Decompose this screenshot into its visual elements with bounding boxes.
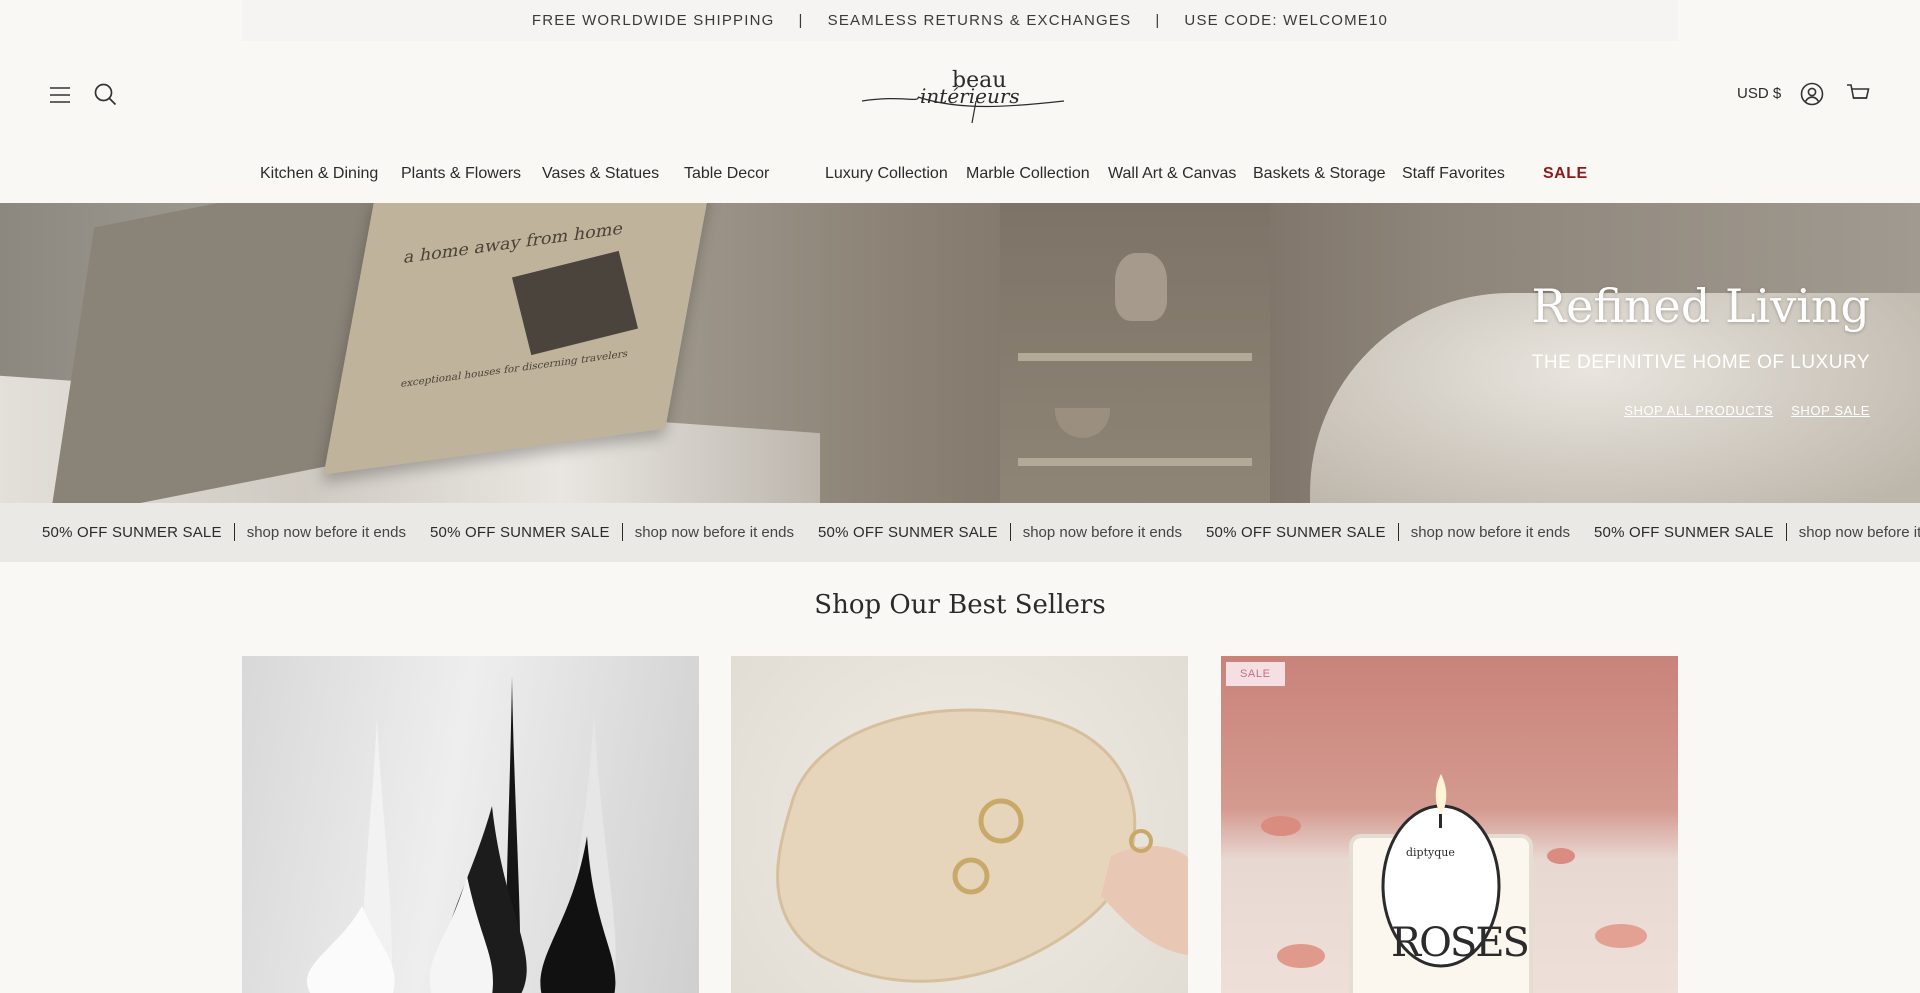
marquee-headline: 50% OFF SUNMER SALE (1594, 523, 1774, 541)
nav-luxury-collection[interactable]: Luxury Collection (825, 165, 948, 183)
announcement-bar: FREE WORLDWIDE SHIPPING | SEAMLESS RETUR… (242, 0, 1678, 41)
nav-kitchen-dining[interactable]: Kitchen & Dining (260, 165, 378, 183)
shop-sale-link[interactable]: SHOP SALE (1791, 403, 1870, 418)
promo-marquee: 50% OFF SUNMER SALE shop now before it en… (0, 503, 1920, 562)
marquee-item: 50% OFF SUNMER SALE shop now before it en (1594, 523, 1920, 541)
sale-badge: SALE (1226, 662, 1285, 686)
hero-banner: a home away from home exceptional houses… (0, 203, 1920, 503)
cart-icon[interactable] (1843, 79, 1873, 109)
site-header: beau intérieurs USD $ Kitchen & Dining P… (0, 41, 1920, 187)
shelf-image (1000, 203, 1270, 503)
nav-wall-art-canvas[interactable]: Wall Art & Canvas (1108, 165, 1236, 183)
nav-staff-favorites[interactable]: Staff Favorites (1402, 165, 1505, 183)
nav-vases-statues[interactable]: Vases & Statues (542, 165, 659, 183)
candle-label: ROSES (1391, 920, 1528, 966)
announcement-shipping: FREE WORLDWIDE SHIPPING (531, 12, 775, 29)
candle-brand: diptyque (1406, 846, 1455, 859)
marquee-item: 50% OFF SUNMER SALE shop now before it en… (818, 523, 1206, 541)
book-subtitle: exceptional houses for discerning travel… (400, 348, 629, 390)
vase-image (1115, 253, 1167, 321)
marquee-headline: 50% OFF SUNMER SALE (1206, 523, 1386, 541)
menu-icon[interactable] (46, 81, 74, 109)
announcement-separator: | (1155, 12, 1161, 29)
product-card-travertine-tray[interactable] (731, 656, 1188, 993)
account-icon[interactable] (1797, 79, 1827, 109)
currency-selector[interactable]: USD $ (1737, 85, 1781, 102)
logo-script: intérieurs (920, 84, 1020, 108)
marquee-tagline: shop now before it ends (1022, 523, 1182, 541)
nav-table-decor[interactable]: Table Decor (684, 165, 769, 183)
marquee-tagline: shop now before it ends (246, 523, 406, 541)
marquee-headline: 50% OFF SUNMER SALE (42, 523, 222, 541)
announcement-code: USE CODE: WELCOME10 (1184, 12, 1389, 29)
nav-plants-flowers[interactable]: Plants & Flowers (401, 165, 521, 183)
nav-baskets-storage[interactable]: Baskets & Storage (1253, 165, 1386, 183)
announcement-returns: SEAMLESS RETURNS & EXCHANGES (827, 12, 1132, 29)
logo[interactable]: beau intérieurs (860, 65, 1066, 127)
nav-marble-collection[interactable]: Marble Collection (966, 165, 1090, 183)
marquee-item: 50% OFF SUNMER SALE shop now before it en… (42, 523, 430, 541)
hero-subtitle: THE DEFINITIVE HOME OF LUXURY (1531, 352, 1870, 373)
marquee-tagline-partial: shop now before it en (1798, 523, 1920, 541)
shop-all-products-link[interactable]: SHOP ALL PRODUCTS (1624, 403, 1773, 418)
marquee-tagline: shop now before it ends (634, 523, 794, 541)
marquee-item: 50% OFF SUNMER SALE shop now before it en… (1206, 523, 1594, 541)
product-grid: SALE diptyque ROSES (242, 656, 1678, 993)
product-card-candle[interactable]: SALE diptyque ROSES (1221, 656, 1678, 993)
marquee-headline: 50% OFF SUNMER SALE (818, 523, 998, 541)
marquee-item: 50% OFF SUNMER SALE shop now before it en… (430, 523, 818, 541)
search-icon[interactable] (90, 79, 120, 109)
announcement-separator: | (798, 12, 804, 29)
nav-sale[interactable]: SALE (1543, 165, 1588, 183)
marquee-headline: 50% OFF SUNMER SALE (430, 523, 610, 541)
best-sellers-title: Shop Our Best Sellers (814, 590, 1106, 620)
main-nav: Kitchen & Dining Plants & Flowers Vases … (0, 165, 1920, 205)
product-card-vases[interactable] (242, 656, 699, 993)
hero-title: Refined Living (1531, 279, 1871, 333)
marquee-tagline: shop now before it ends (1410, 523, 1570, 541)
